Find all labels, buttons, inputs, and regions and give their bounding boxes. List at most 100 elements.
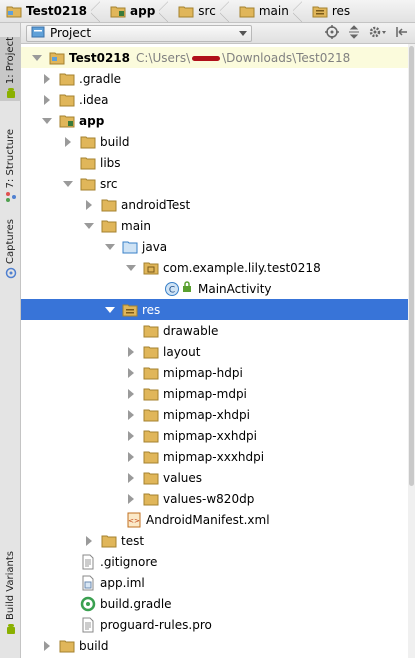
breadcrumb-separator xyxy=(292,0,302,22)
tree-label: AndroidManifest.xml xyxy=(146,512,270,527)
collapsed-arrow-icon[interactable] xyxy=(41,635,53,656)
tree-row-main[interactable]: main xyxy=(21,215,415,236)
tab-structure-label: 7: Structure xyxy=(5,129,16,189)
tree-row-proguard[interactable]: proguard-rules.pro xyxy=(21,614,415,635)
tree-label: Test0218 xyxy=(69,50,131,65)
tree-row-layout[interactable]: layout xyxy=(21,341,415,362)
tree-row-app[interactable]: app xyxy=(21,110,415,131)
tree-row-src[interactable]: src xyxy=(21,173,415,194)
breadcrumb-item-src[interactable]: src xyxy=(172,0,233,22)
hide-panel-icon[interactable] xyxy=(395,25,409,42)
tree-label: build.gradle xyxy=(100,596,172,611)
tree-row-build[interactable]: build xyxy=(21,131,415,152)
tree-row-mipmap-xxhdpi[interactable]: mipmap-xxhdpi xyxy=(21,425,415,446)
tree-row-res[interactable]: res xyxy=(21,299,415,320)
tab-build-variants[interactable]: Build Variants xyxy=(0,551,21,635)
sync-icon[interactable] xyxy=(325,25,339,42)
tree-label: java xyxy=(142,239,168,254)
folder-icon xyxy=(143,386,159,402)
project-folder-icon xyxy=(49,50,65,66)
tree-label: build xyxy=(100,134,130,149)
resource-folder-icon xyxy=(122,302,138,318)
settings-icon[interactable] xyxy=(369,25,387,42)
expanded-arrow-icon[interactable] xyxy=(83,215,95,236)
no-arrow xyxy=(62,551,74,572)
expanded-arrow-icon[interactable] xyxy=(41,110,53,131)
breadcrumb-item-main[interactable]: main xyxy=(233,0,306,22)
collapsed-arrow-icon[interactable] xyxy=(83,530,95,551)
tree-label: libs xyxy=(100,155,121,170)
tree-row-java[interactable]: java xyxy=(21,236,415,257)
breadcrumb-item-res[interactable]: res xyxy=(306,0,354,22)
project-path: C:\Users\ \Downloads\Test0218 xyxy=(136,50,351,65)
tab-structure[interactable]: 7: Structure xyxy=(0,129,21,209)
no-arrow xyxy=(125,320,137,341)
tree-row-root[interactable]: Test0218 C:\Users\ \Downloads\Test0218 xyxy=(21,47,415,68)
breadcrumb-item-project[interactable]: Test0218 xyxy=(0,0,104,22)
collapsed-arrow-icon[interactable] xyxy=(125,446,137,467)
expanded-arrow-icon[interactable] xyxy=(62,173,74,194)
tree-row-gitignore[interactable]: .gitignore xyxy=(21,551,415,572)
tree-row-package[interactable]: com.example.lily.test0218 xyxy=(21,257,415,278)
tree-label: .idea xyxy=(79,92,109,107)
collapsed-arrow-icon[interactable] xyxy=(125,467,137,488)
collapsed-arrow-icon[interactable] xyxy=(83,194,95,215)
tree-label: mipmap-xxxhdpi xyxy=(163,449,265,464)
folder-icon xyxy=(59,638,75,654)
expanded-arrow-icon[interactable] xyxy=(104,299,116,320)
folder-icon xyxy=(143,407,159,423)
folder-icon xyxy=(101,197,117,213)
expanded-arrow-icon[interactable] xyxy=(125,257,137,278)
tree-label: .gitignore xyxy=(100,554,158,569)
no-arrow xyxy=(62,572,74,593)
collapsed-arrow-icon[interactable] xyxy=(125,425,137,446)
tree-row-mipmap-hdpi[interactable]: mipmap-hdpi xyxy=(21,362,415,383)
tree-row-idea[interactable]: .idea xyxy=(21,89,415,110)
collapsed-arrow-icon[interactable] xyxy=(41,89,53,110)
tree-row-gradle[interactable]: .gradle xyxy=(21,68,415,89)
collapsed-arrow-icon[interactable] xyxy=(125,383,137,404)
tab-project[interactable]: 1: Project xyxy=(0,37,21,101)
collapsed-arrow-icon[interactable] xyxy=(62,131,74,152)
scrollbar-thumb[interactable] xyxy=(409,46,414,486)
folder-icon xyxy=(59,71,75,87)
vertical-scrollbar[interactable] xyxy=(408,44,415,658)
tree-row-libs[interactable]: libs xyxy=(21,152,415,173)
tree-row-build-gradle[interactable]: build.gradle xyxy=(21,593,415,614)
collapsed-arrow-icon[interactable] xyxy=(125,488,137,509)
tree-row-mainactivity[interactable]: C MainActivity xyxy=(21,278,415,299)
breadcrumb-item-app[interactable]: app xyxy=(104,0,172,22)
collapsed-arrow-icon[interactable] xyxy=(125,404,137,425)
view-selector-dropdown[interactable]: Project xyxy=(26,24,252,42)
expanded-arrow-icon[interactable] xyxy=(104,236,116,257)
collapsed-arrow-icon[interactable] xyxy=(125,341,137,362)
tree-row-test[interactable]: test xyxy=(21,530,415,551)
tree-row-values-w820dp[interactable]: values-w820dp xyxy=(21,488,415,509)
collapsed-arrow-icon[interactable] xyxy=(41,68,53,89)
captures-icon xyxy=(5,267,17,282)
tree-row-mipmap-mdpi[interactable]: mipmap-mdpi xyxy=(21,383,415,404)
tree-row-mipmap-xxxhdpi[interactable]: mipmap-xxxhdpi xyxy=(21,446,415,467)
expanded-arrow-icon[interactable] xyxy=(31,47,43,68)
tree-row-drawable[interactable]: drawable xyxy=(21,320,415,341)
manifest-file-icon: <> xyxy=(126,512,142,528)
breadcrumb-label: app xyxy=(130,4,156,18)
breadcrumb-label: main xyxy=(258,4,289,18)
tab-captures[interactable]: Captures xyxy=(0,219,21,281)
collapsed-arrow-icon[interactable] xyxy=(125,362,137,383)
tree-label: drawable xyxy=(163,323,219,338)
structure-icon xyxy=(5,191,17,206)
tree-row-androidtest[interactable]: androidTest xyxy=(21,194,415,215)
tree-label: values xyxy=(163,470,203,485)
collapse-all-icon[interactable] xyxy=(347,25,361,42)
tree-row-root-build[interactable]: build xyxy=(21,635,415,656)
tree-row-values[interactable]: values xyxy=(21,467,415,488)
tree-row-app-iml[interactable]: app.iml xyxy=(21,572,415,593)
tree-label: mipmap-mdpi xyxy=(163,386,247,401)
tree-label: app.iml xyxy=(100,575,145,590)
module-folder-icon xyxy=(110,3,126,19)
tree-row-mipmap-xhdpi[interactable]: mipmap-xhdpi xyxy=(21,404,415,425)
no-arrow xyxy=(104,509,116,530)
tree-row-manifest[interactable]: <> AndroidManifest.xml xyxy=(21,509,415,530)
folder-icon xyxy=(80,155,96,171)
